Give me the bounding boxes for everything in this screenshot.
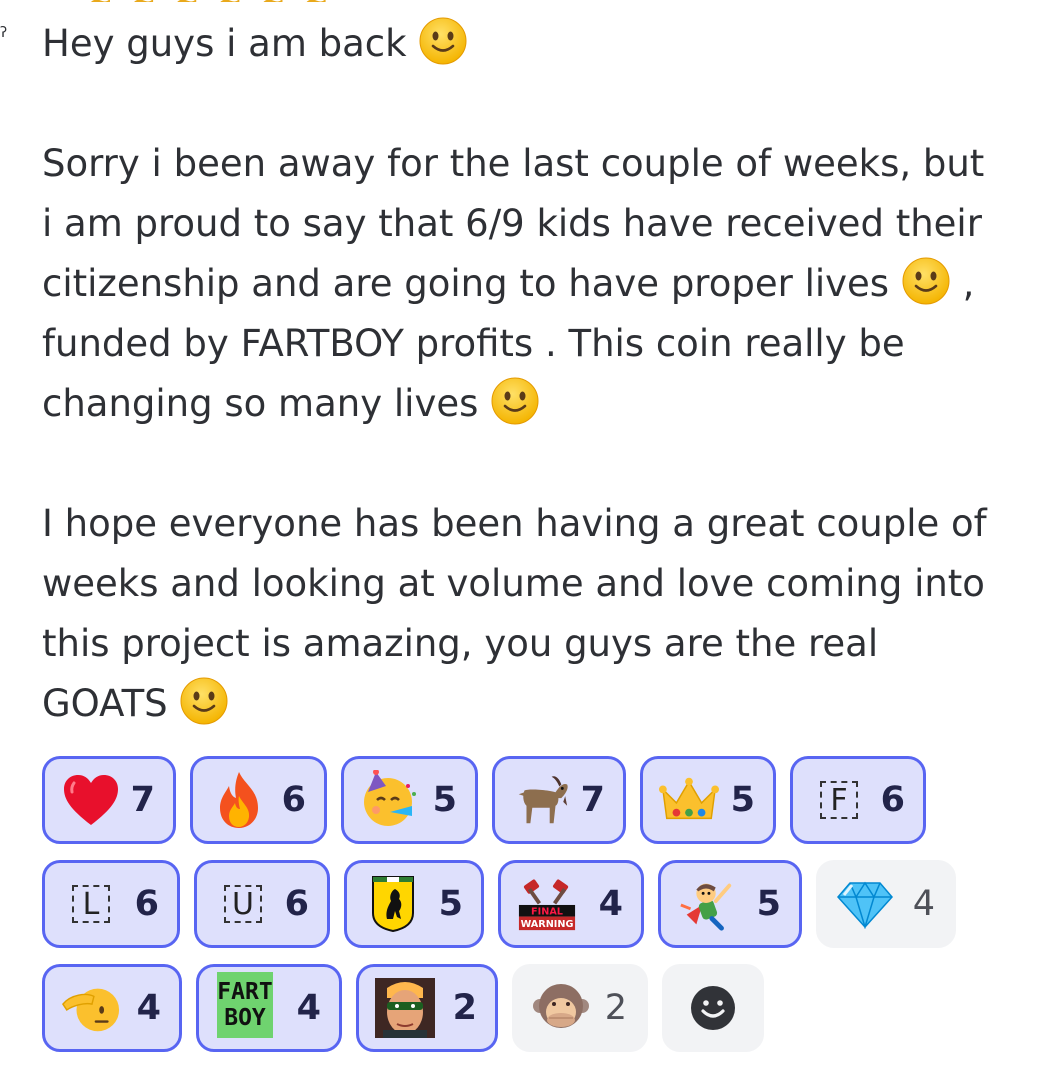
reaction-masked-man[interactable]: 2 xyxy=(356,964,498,1052)
message-line: GOATS xyxy=(42,674,1032,734)
reaction-count: 5 xyxy=(730,780,755,820)
reaction-heart[interactable]: 7 xyxy=(42,756,176,844)
slightly-smiling-face-icon xyxy=(490,376,540,426)
final-warning-icon: FINAL WARNING xyxy=(517,874,577,934)
gem-icon xyxy=(835,874,895,934)
svg-text:FINAL: FINAL xyxy=(531,907,563,918)
message-line: weeks and looking at volume and love com… xyxy=(42,562,985,605)
reaction-count: 6 xyxy=(284,884,309,924)
fart-boy-icon: FART BOY xyxy=(215,972,275,1038)
message-line: i am proud to say that 6/9 kids have rec… xyxy=(42,202,982,245)
reaction-partying-face[interactable]: 5 xyxy=(341,756,478,844)
reaction-ferrari[interactable]: 5 xyxy=(344,860,484,948)
message-line: Sorry i been away for the last couple of… xyxy=(42,142,985,185)
reaction-count: 2 xyxy=(604,988,627,1028)
reaction-count: 6 xyxy=(134,884,159,924)
ferrari-icon xyxy=(363,874,423,934)
reaction-count: 4 xyxy=(598,884,623,924)
letter-u-icon: U xyxy=(213,874,273,934)
reaction-count: 5 xyxy=(756,884,781,924)
author-name-cutoff: ~~~~~~~ xyxy=(88,0,328,2)
message-content: Hey guys i am back Sorry i been away for… xyxy=(42,14,1032,734)
add-reaction-button[interactable] xyxy=(662,964,764,1052)
fire-icon xyxy=(209,770,269,830)
reactions-bar: 7 6 5 7 5 F 6 L 6 U 6 5 FINAL WARNING 4 … xyxy=(42,756,1032,1068)
reaction-count: 5 xyxy=(432,780,457,820)
letter-l-icon: L xyxy=(61,874,121,934)
reaction-count: 4 xyxy=(136,988,161,1028)
reaction-saluting-face[interactable]: 4 xyxy=(42,964,182,1052)
reaction-superhero-kid[interactable]: 5 xyxy=(658,860,802,948)
letter-f-icon: F xyxy=(809,770,869,830)
slightly-smiling-face-icon xyxy=(901,256,951,306)
slightly-smiling-face-icon xyxy=(419,16,468,66)
reaction-letter-u[interactable]: U 6 xyxy=(194,860,330,948)
reaction-row: L 6 U 6 5 FINAL WARNING 4 5 4 xyxy=(42,860,1032,948)
reaction-final-warning[interactable]: FINAL WARNING 4 xyxy=(498,860,644,948)
svg-text:WARNING: WARNING xyxy=(521,919,574,930)
reaction-speak-no-evil[interactable]: 2 xyxy=(512,964,648,1052)
reaction-letter-l[interactable]: L 6 xyxy=(42,860,180,948)
message-line: I hope everyone has been having a great … xyxy=(42,502,987,545)
crown-icon xyxy=(659,770,719,830)
reaction-count: 6 xyxy=(281,780,306,820)
goat-icon xyxy=(511,770,571,830)
saluting-face-icon xyxy=(61,978,121,1038)
reaction-row: 4 FART BOY 4 2 2 xyxy=(42,964,1032,1052)
message-line: funded by FARTBOY profits . This coin re… xyxy=(42,322,905,365)
reaction-goat[interactable]: 7 xyxy=(492,756,626,844)
reaction-fart-boy[interactable]: FART BOY 4 xyxy=(196,964,342,1052)
reaction-count: 7 xyxy=(580,780,605,820)
message-line: Hey guys i am back xyxy=(42,14,1032,74)
reply-indicator-icon: ʔ xyxy=(0,25,8,41)
reaction-count: 4 xyxy=(912,884,935,924)
superhero-kid-icon xyxy=(677,874,737,934)
message-line: citizenship and are going to have proper… xyxy=(42,254,1032,314)
speak-no-evil-monkey-icon xyxy=(531,978,591,1038)
reaction-letter-f[interactable]: F 6 xyxy=(790,756,926,844)
reaction-fire[interactable]: 6 xyxy=(190,756,327,844)
add-reaction-icon xyxy=(683,978,743,1038)
reaction-count: 2 xyxy=(452,988,477,1028)
reaction-count: 4 xyxy=(296,988,321,1028)
message-line: this project is amazing, you guys are th… xyxy=(42,622,879,665)
masked-man-icon xyxy=(375,978,435,1038)
reaction-count: 7 xyxy=(130,780,155,820)
reaction-count: 5 xyxy=(438,884,463,924)
reaction-row: 7 6 5 7 5 F 6 xyxy=(42,756,1032,844)
reaction-crown[interactable]: 5 xyxy=(640,756,776,844)
red-heart-icon xyxy=(61,770,121,830)
partying-face-icon xyxy=(360,770,420,830)
reaction-gem[interactable]: 4 xyxy=(816,860,956,948)
slightly-smiling-face-icon xyxy=(180,676,229,726)
message-line: changing so many lives xyxy=(42,374,1032,434)
reaction-count: 6 xyxy=(880,780,905,820)
